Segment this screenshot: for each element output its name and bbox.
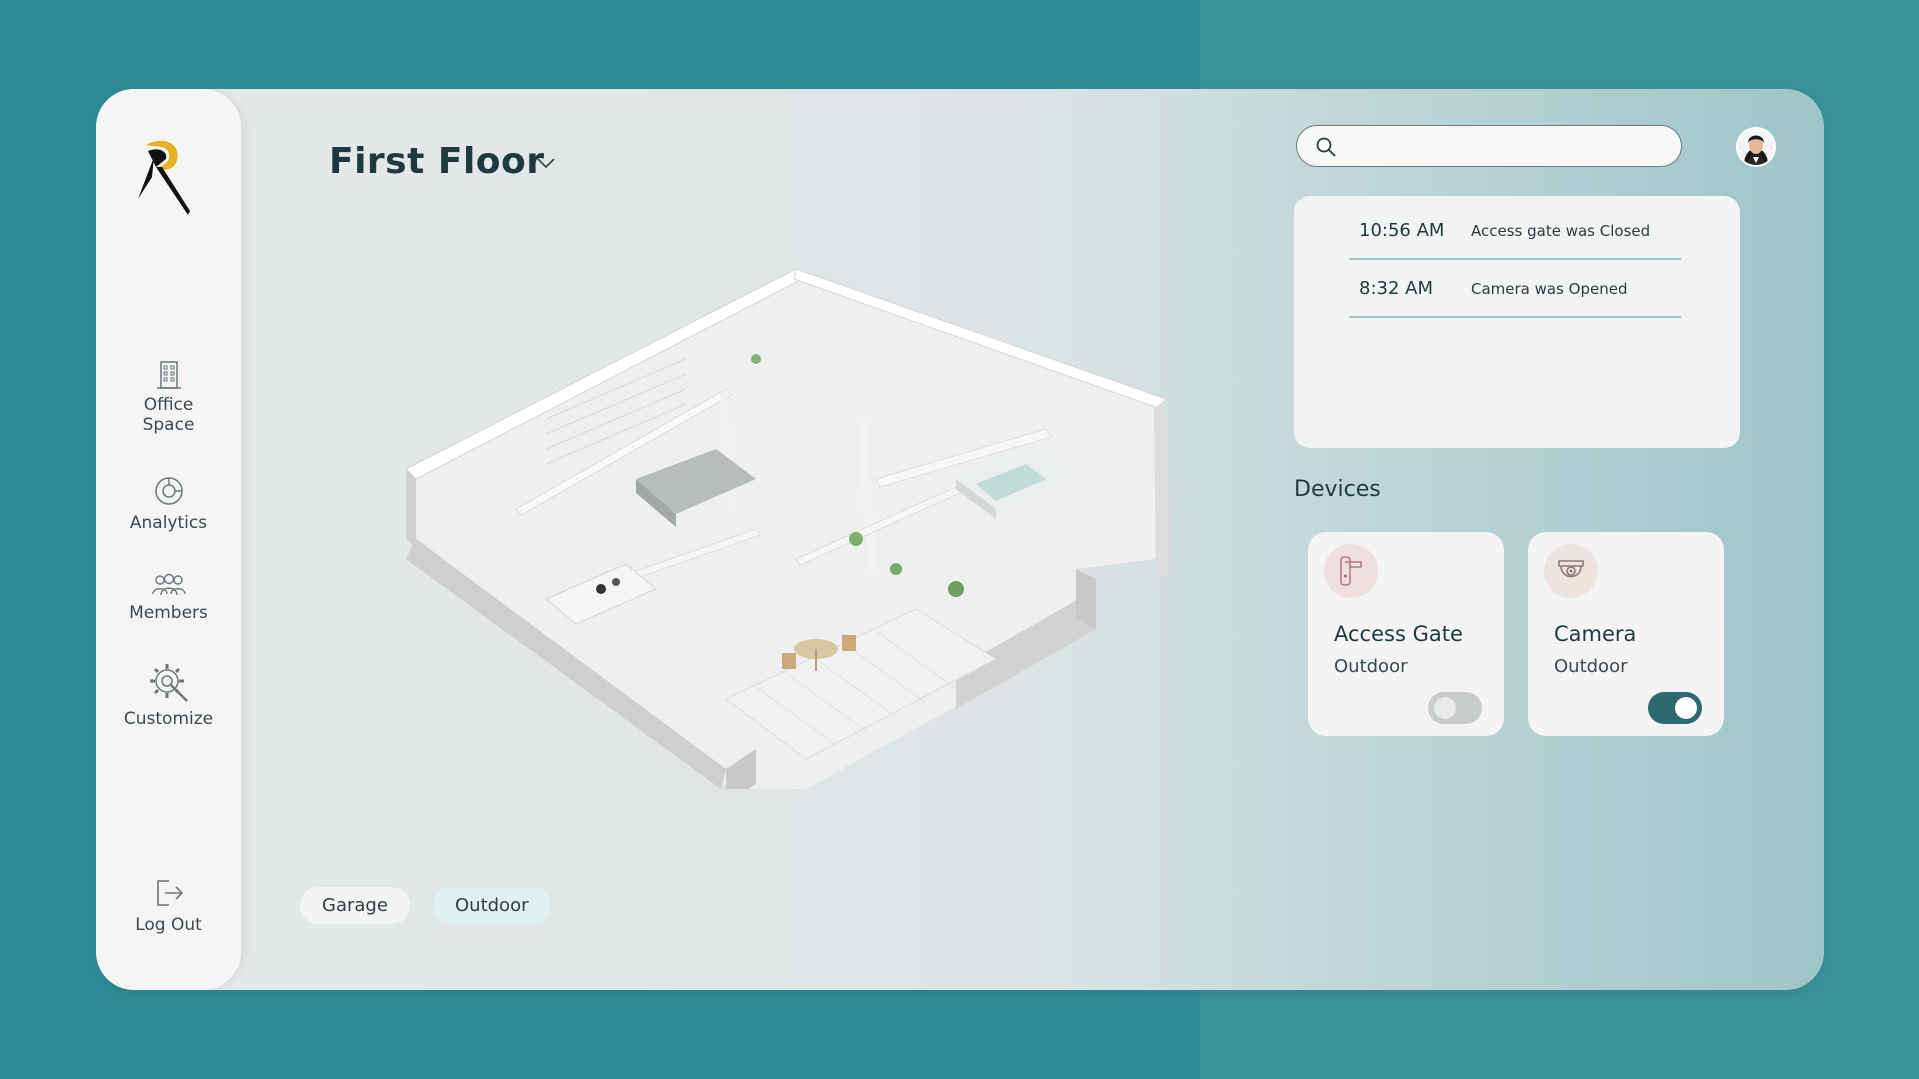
sidebar-item-label: Office — [143, 395, 194, 415]
device-card-access-gate[interactable]: Access Gate Outdoor — [1308, 532, 1504, 736]
toggle-knob — [1675, 697, 1697, 719]
sidebar-item-label: Space — [142, 415, 195, 435]
sidebar: Office Space Analytics Members Customize… — [96, 89, 241, 990]
floor-title[interactable]: First Floor — [329, 141, 545, 182]
sidebar-item-label: Customize — [123, 709, 214, 729]
door-handle-icon — [1324, 544, 1378, 598]
chip-outdoor[interactable]: Outdoor — [433, 887, 551, 924]
logout-label: Log Out — [135, 915, 202, 935]
avatar[interactable] — [1736, 127, 1776, 167]
sidebar-item-analytics[interactable]: Analytics — [96, 475, 241, 533]
devices-heading: Devices — [1294, 477, 1381, 502]
sidebar-item-members[interactable]: Members — [96, 573, 241, 623]
chevron-down-icon[interactable] — [536, 157, 556, 169]
search-bar[interactable] — [1296, 125, 1682, 167]
device-card-camera[interactable]: Camera Outdoor — [1528, 532, 1724, 736]
sidebar-item-customize[interactable]: Customize — [96, 661, 241, 729]
activity-row: 8:32 AM Camera was Opened — [1349, 278, 1681, 318]
toggle-knob — [1434, 697, 1456, 719]
logout-icon — [156, 880, 183, 906]
activity-text: Camera was Opened — [1471, 280, 1628, 298]
security-camera-icon — [1544, 544, 1598, 598]
device-name: Access Gate — [1334, 622, 1463, 646]
analytics-icon — [154, 477, 183, 505]
access-gate-toggle[interactable] — [1428, 692, 1482, 724]
device-name: Camera — [1554, 622, 1637, 646]
members-icon — [151, 573, 186, 596]
sidebar-item-label: Analytics — [129, 513, 208, 533]
floor-plan-image — [405, 269, 1171, 789]
building-icon — [156, 361, 181, 389]
brand-logo — [138, 140, 190, 215]
user-avatar-image — [1738, 129, 1774, 165]
search-input[interactable] — [1347, 134, 1667, 158]
camera-toggle[interactable] — [1648, 692, 1702, 724]
device-location: Outdoor — [1334, 656, 1408, 677]
logout-button[interactable]: Log Out — [96, 877, 241, 935]
activity-time: 10:56 AM — [1359, 220, 1445, 241]
activity-row: 10:56 AM Access gate was Closed — [1349, 220, 1681, 260]
device-location: Outdoor — [1554, 656, 1628, 677]
activity-time: 8:32 AM — [1359, 278, 1433, 299]
activity-log: 10:56 AM Access gate was Closed 8:32 AM … — [1294, 196, 1740, 448]
sidebar-item-label: Members — [129, 603, 208, 623]
sidebar-item-office-space[interactable]: Office Space — [96, 359, 241, 435]
search-icon — [1316, 137, 1336, 157]
chip-garage[interactable]: Garage — [300, 887, 410, 924]
gear-wrench-icon — [149, 664, 188, 702]
app-window: Office Space Analytics Members Customize… — [96, 89, 1824, 990]
activity-text: Access gate was Closed — [1471, 222, 1651, 240]
